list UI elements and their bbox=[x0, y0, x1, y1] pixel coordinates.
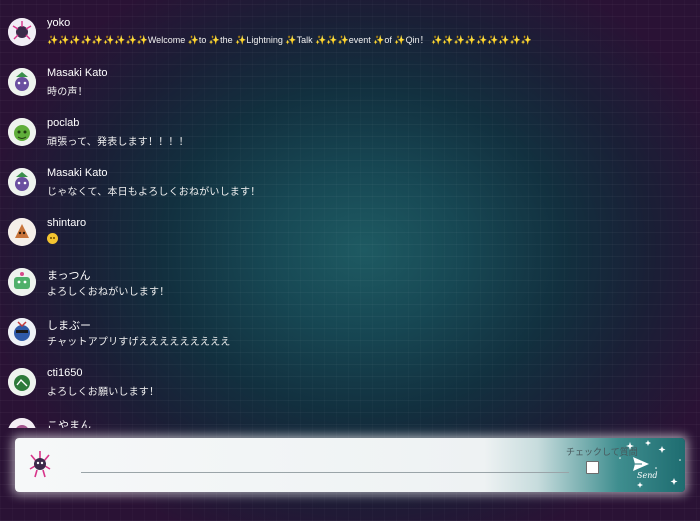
message-author: しまぶー bbox=[47, 320, 91, 332]
message-text: よろしくおねがいします！ bbox=[47, 287, 170, 298]
message-text bbox=[47, 233, 58, 244]
message-text: チャットアプリすげえええええええええ bbox=[47, 337, 231, 348]
user-avatar bbox=[8, 268, 36, 296]
message-author: poclab bbox=[47, 117, 80, 129]
message-text: ✨✨✨✨✨✨✨✨✨Welcome ✨to ✨the ✨Lightning ✨Ta… bbox=[47, 35, 532, 45]
message-author: まっつん bbox=[47, 270, 91, 282]
message-input[interactable] bbox=[81, 448, 569, 473]
smile-emoji-icon bbox=[47, 233, 58, 244]
user-avatar bbox=[8, 18, 36, 46]
question-checkbox[interactable] bbox=[586, 461, 599, 474]
user-avatar bbox=[8, 68, 36, 96]
message-author: Masaki Kato bbox=[47, 67, 108, 79]
send-label: Send bbox=[637, 471, 658, 480]
message-author: こやまん bbox=[47, 420, 91, 428]
user-avatar bbox=[8, 318, 36, 346]
message-text: 頑張って、発表します！！！！ bbox=[47, 137, 189, 148]
message-author: cti1650 bbox=[47, 367, 83, 379]
message-author: Masaki Kato bbox=[47, 167, 108, 179]
message-author: shintaro bbox=[47, 217, 87, 229]
user-avatar bbox=[8, 368, 36, 396]
message-composer: チェックして質問 Send bbox=[15, 438, 685, 492]
message-author: yoko bbox=[47, 17, 71, 29]
user-avatar bbox=[8, 168, 36, 196]
message-text: じゃなくて、本日もよろしくおねがいします！ bbox=[47, 187, 261, 198]
send-button[interactable]: Send bbox=[627, 456, 667, 486]
user-avatar bbox=[8, 418, 36, 428]
chat-feed[interactable]: yoko ✨✨✨✨✨✨✨✨✨Welcome ✨to ✨the ✨Lightnin… bbox=[0, 0, 700, 428]
message-text: よろしくお願いします！ bbox=[47, 387, 160, 398]
message-text: 時の声！ bbox=[47, 87, 88, 98]
paper-plane-icon bbox=[633, 457, 649, 471]
user-avatar bbox=[8, 218, 36, 246]
user-avatar bbox=[8, 118, 36, 146]
current-user-avatar bbox=[25, 449, 55, 479]
